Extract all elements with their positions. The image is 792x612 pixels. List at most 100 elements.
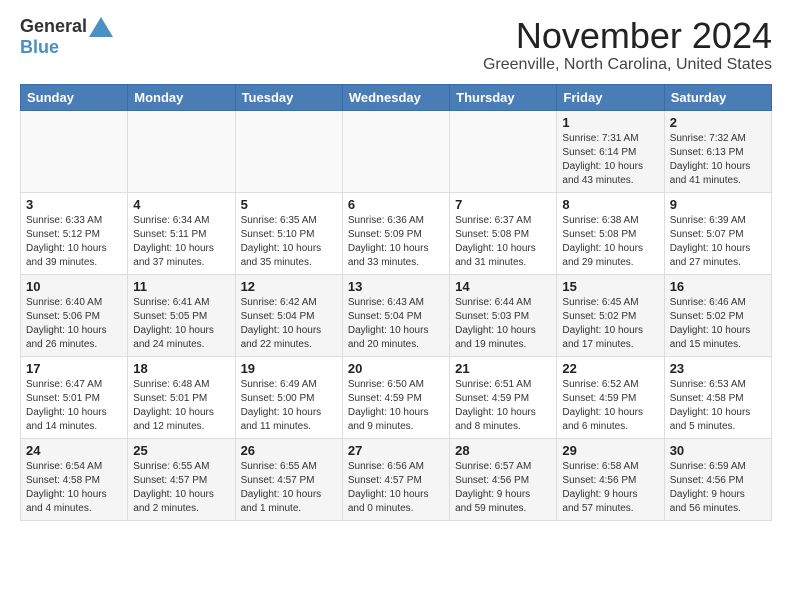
- day-number: 11: [133, 279, 229, 294]
- day-info: Sunrise: 6:44 AM Sunset: 5:03 PM Dayligh…: [455, 296, 551, 352]
- day-info: Sunrise: 7:31 AM Sunset: 6:14 PM Dayligh…: [562, 132, 658, 188]
- col-saturday: Saturday: [664, 84, 771, 110]
- table-row: 16Sunrise: 6:46 AM Sunset: 5:02 PM Dayli…: [664, 274, 771, 356]
- day-info: Sunrise: 6:36 AM Sunset: 5:09 PM Dayligh…: [348, 214, 444, 270]
- table-row: 23 Sunrise: 6:53 AM Sunset: 4:58 PM Dayli…: [664, 356, 771, 438]
- day-info: Sunrise: 6:47 AM Sunset: 5:01 PM Dayligh…: [26, 378, 122, 434]
- day-info: Sunrise: 6:40 AM Sunset: 5:06 PM Dayligh…: [26, 296, 122, 352]
- day-info: Sunrise: 6:42 AM Sunset: 5:04 PM Dayligh…: [241, 296, 337, 352]
- day-number: 23: [670, 361, 766, 376]
- table-row: 29 Sunrise: 6:58 AM Sunset: 4:56 PM Dayli…: [557, 438, 664, 520]
- day-number: 20: [348, 361, 444, 376]
- day-info: Sunrise: 6:57 AM Sunset: 4:56 PM Dayligh…: [455, 460, 551, 516]
- day-number: 15: [562, 279, 658, 294]
- table-row: 4 Sunrise: 6:34 AM Sunset: 5:11 PM Daylig…: [128, 192, 235, 274]
- table-row: 21Sunrise: 6:51 AM Sunset: 4:59 PM Dayli…: [450, 356, 557, 438]
- day-number: 4: [133, 197, 229, 212]
- day-info: Sunrise: 6:35 AM Sunset: 5:10 PM Dayligh…: [241, 214, 337, 270]
- day-number: 10: [26, 279, 122, 294]
- day-info: Sunrise: 6:59 AM Sunset: 4:56 PM Dayligh…: [670, 460, 766, 516]
- calendar-table: Sunday Monday Tuesday Wednesday Thursday…: [20, 84, 772, 521]
- day-number: 9: [670, 197, 766, 212]
- col-tuesday: Tuesday: [235, 84, 342, 110]
- calendar-week-2: 3 Sunrise: 6:33 AM Sunset: 5:12 PM Daylig…: [21, 192, 772, 274]
- day-number: 2: [670, 115, 766, 130]
- day-info: Sunrise: 6:53 AM Sunset: 4:58 PM Dayligh…: [670, 378, 766, 434]
- table-row: 27 Sunrise: 6:56 AM Sunset: 4:57 PM Dayli…: [342, 438, 449, 520]
- calendar-week-5: 24 Sunrise: 6:54 AM Sunset: 4:58 PM Dayli…: [21, 438, 772, 520]
- day-info: Sunrise: 6:37 AM Sunset: 5:08 PM Dayligh…: [455, 214, 551, 270]
- table-row: 24 Sunrise: 6:54 AM Sunset: 4:58 PM Dayli…: [21, 438, 128, 520]
- table-row: 14 Sunrise: 6:44 AM Sunset: 5:03 PM Dayli…: [450, 274, 557, 356]
- calendar-header-row: Sunday Monday Tuesday Wednesday Thursday…: [21, 84, 772, 110]
- table-row: 3 Sunrise: 6:33 AM Sunset: 5:12 PM Daylig…: [21, 192, 128, 274]
- col-friday: Friday: [557, 84, 664, 110]
- day-number: 30: [670, 443, 766, 458]
- table-row: 25Sunrise: 6:55 AM Sunset: 4:57 PM Dayli…: [128, 438, 235, 520]
- table-row: [235, 110, 342, 192]
- calendar-week-3: 10 Sunrise: 6:40 AM Sunset: 5:06 PM Dayli…: [21, 274, 772, 356]
- logo-blue-text: Blue: [20, 37, 59, 57]
- day-number: 26: [241, 443, 337, 458]
- table-row: [128, 110, 235, 192]
- day-info: Sunrise: 6:41 AM Sunset: 5:05 PM Dayligh…: [133, 296, 229, 352]
- day-number: 12: [241, 279, 337, 294]
- logo-general-text: General: [20, 16, 87, 37]
- table-row: 5Sunrise: 6:35 AM Sunset: 5:10 PM Daylig…: [235, 192, 342, 274]
- page-container: General Blue November 2024 Greenville, N…: [0, 0, 792, 531]
- table-row: 2 Sunrise: 7:32 AM Sunset: 6:13 PM Daylig…: [664, 110, 771, 192]
- day-info: Sunrise: 6:52 AM Sunset: 4:59 PM Dayligh…: [562, 378, 658, 434]
- day-number: 13: [348, 279, 444, 294]
- table-row: 8Sunrise: 6:38 AM Sunset: 5:08 PM Daylig…: [557, 192, 664, 274]
- table-row: 17Sunrise: 6:47 AM Sunset: 5:01 PM Dayli…: [21, 356, 128, 438]
- day-number: 18: [133, 361, 229, 376]
- day-info: Sunrise: 6:34 AM Sunset: 5:11 PM Dayligh…: [133, 214, 229, 270]
- day-info: Sunrise: 6:54 AM Sunset: 4:58 PM Dayligh…: [26, 460, 122, 516]
- day-number: 29: [562, 443, 658, 458]
- day-number: 8: [562, 197, 658, 212]
- day-number: 14: [455, 279, 551, 294]
- day-info: Sunrise: 6:39 AM Sunset: 5:07 PM Dayligh…: [670, 214, 766, 270]
- day-number: 19: [241, 361, 337, 376]
- table-row: [342, 110, 449, 192]
- table-row: 12 Sunrise: 6:42 AM Sunset: 5:04 PM Dayli…: [235, 274, 342, 356]
- day-number: 28: [455, 443, 551, 458]
- table-row: 26 Sunrise: 6:55 AM Sunset: 4:57 PM Dayli…: [235, 438, 342, 520]
- day-info: Sunrise: 6:43 AM Sunset: 5:04 PM Dayligh…: [348, 296, 444, 352]
- day-number: 3: [26, 197, 122, 212]
- day-number: 1: [562, 115, 658, 130]
- header: General Blue November 2024 Greenville, N…: [20, 16, 772, 74]
- col-thursday: Thursday: [450, 84, 557, 110]
- day-info: Sunrise: 6:56 AM Sunset: 4:57 PM Dayligh…: [348, 460, 444, 516]
- title-block: November 2024 Greenville, North Carolina…: [483, 16, 772, 74]
- table-row: 10 Sunrise: 6:40 AM Sunset: 5:06 PM Dayli…: [21, 274, 128, 356]
- day-number: 6: [348, 197, 444, 212]
- table-row: 18Sunrise: 6:48 AM Sunset: 5:01 PM Dayli…: [128, 356, 235, 438]
- col-monday: Monday: [128, 84, 235, 110]
- table-row: [21, 110, 128, 192]
- logo: General Blue: [20, 16, 113, 58]
- day-info: Sunrise: 6:49 AM Sunset: 5:00 PM Dayligh…: [241, 378, 337, 434]
- table-row: 13 Sunrise: 6:43 AM Sunset: 5:04 PM Dayli…: [342, 274, 449, 356]
- calendar-week-4: 17Sunrise: 6:47 AM Sunset: 5:01 PM Dayli…: [21, 356, 772, 438]
- table-row: 28 Sunrise: 6:57 AM Sunset: 4:56 PM Dayli…: [450, 438, 557, 520]
- col-wednesday: Wednesday: [342, 84, 449, 110]
- day-info: Sunrise: 6:58 AM Sunset: 4:56 PM Dayligh…: [562, 460, 658, 516]
- day-number: 7: [455, 197, 551, 212]
- day-info: Sunrise: 6:45 AM Sunset: 5:02 PM Dayligh…: [562, 296, 658, 352]
- day-info: Sunrise: 6:51 AM Sunset: 4:59 PM Dayligh…: [455, 378, 551, 434]
- day-info: Sunrise: 6:50 AM Sunset: 4:59 PM Dayligh…: [348, 378, 444, 434]
- table-row: 9 Sunrise: 6:39 AM Sunset: 5:07 PM Daylig…: [664, 192, 771, 274]
- day-info: Sunrise: 6:55 AM Sunset: 4:57 PM Dayligh…: [241, 460, 337, 516]
- day-number: 25: [133, 443, 229, 458]
- day-number: 16: [670, 279, 766, 294]
- col-sunday: Sunday: [21, 84, 128, 110]
- table-row: [450, 110, 557, 192]
- table-row: 30 Sunrise: 6:59 AM Sunset: 4:56 PM Dayli…: [664, 438, 771, 520]
- logo-icon: [89, 17, 113, 37]
- table-row: 7 Sunrise: 6:37 AM Sunset: 5:08 PM Daylig…: [450, 192, 557, 274]
- day-info: Sunrise: 6:33 AM Sunset: 5:12 PM Dayligh…: [26, 214, 122, 270]
- day-number: 24: [26, 443, 122, 458]
- day-number: 27: [348, 443, 444, 458]
- day-info: Sunrise: 7:32 AM Sunset: 6:13 PM Dayligh…: [670, 132, 766, 188]
